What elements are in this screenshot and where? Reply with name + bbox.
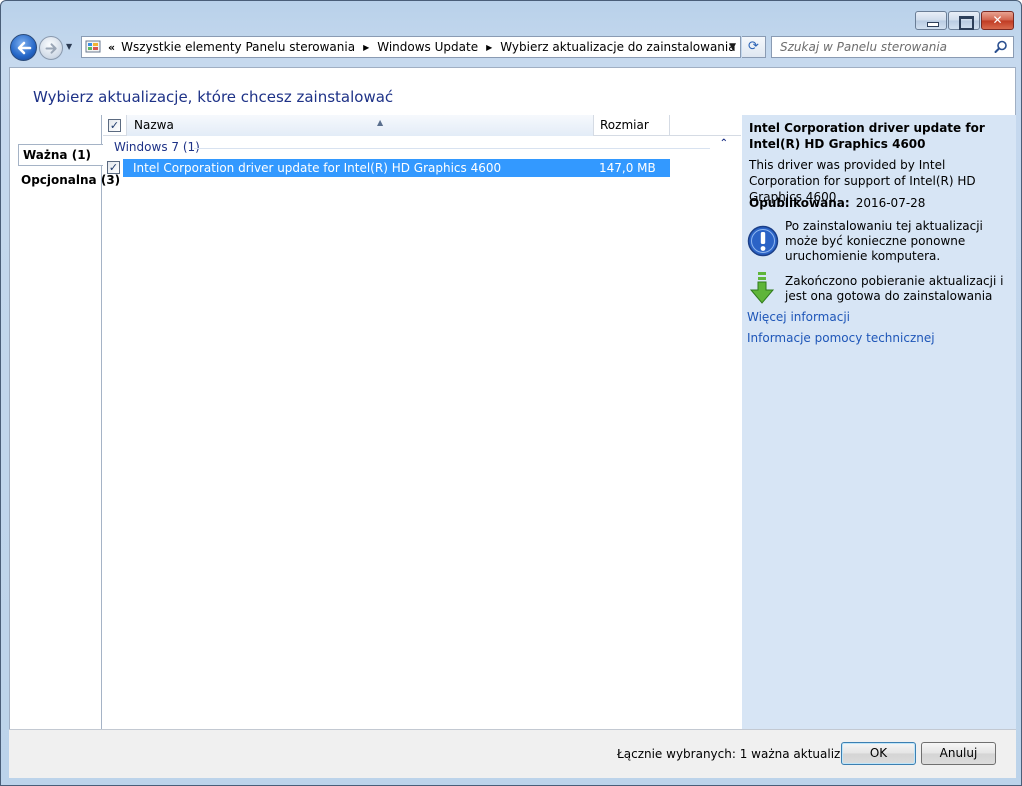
address-dropdown-icon[interactable]: ▼ [729, 42, 736, 52]
search-icon[interactable] [994, 40, 1008, 54]
close-button[interactable]: ✕ [981, 11, 1014, 30]
restart-note: Po zainstalowaniu tej aktualizacji może … [785, 219, 983, 263]
update-list: ✓ ▲ Nazwa Rozmiar Windows 7 (1) ⌃ ✓ Inte… [103, 115, 741, 730]
breadcrumb-windows-update[interactable]: Windows Update [374, 40, 481, 54]
address-bar[interactable]: « Wszystkie elementy Panelu sterowania ▶… [81, 36, 741, 58]
download-note: Zakończono pobieranie aktualizacji i jes… [785, 274, 1004, 303]
breadcrumb-separator-icon[interactable]: ▶ [358, 43, 374, 52]
column-header: ✓ ▲ Nazwa Rozmiar [103, 115, 741, 136]
breadcrumb-separator-icon[interactable]: ▶ [481, 43, 497, 52]
footer-bar: Łącznie wybranych: 1 ważna aktualizacja … [9, 729, 1016, 778]
column-size[interactable]: Rozmiar [594, 115, 670, 136]
published-label: Opublikowana: [749, 196, 850, 210]
table-row[interactable]: Intel Corporation driver update for Inte… [123, 159, 670, 177]
support-info-link[interactable]: Informacje pomocy technicznej [747, 331, 935, 345]
close-icon: ✕ [992, 13, 1003, 27]
select-all-checkbox[interactable]: ✓ [108, 119, 121, 132]
control-panel-icon [85, 40, 101, 53]
window: ✕ ▼ « Wszystkie elementy Panelu sterowan… [0, 0, 1022, 786]
back-arrow-icon [17, 41, 32, 55]
search-input[interactable]: Szukaj w Panelu sterowania [771, 36, 1014, 58]
column-name-label: Nazwa [134, 118, 174, 132]
content-area: Wybierz aktualizacje, które chcesz zains… [9, 67, 1016, 730]
search-placeholder: Szukaj w Panelu sterowania [780, 40, 948, 54]
recent-pages-dropdown-icon[interactable]: ▼ [66, 42, 76, 52]
details-title: Intel Corporation driver update for Inte… [749, 121, 985, 151]
page-title: Wybierz aktualizacje, które chcesz zains… [33, 88, 394, 106]
download-complete-icon [749, 272, 775, 304]
column-size-label: Rozmiar [600, 118, 649, 132]
refresh-button[interactable]: ⟳ [742, 36, 766, 58]
group-header[interactable]: Windows 7 (1) ⌃ [108, 138, 728, 156]
group-label: Windows 7 (1) [114, 140, 200, 154]
row-checkbox[interactable]: ✓ [107, 161, 120, 174]
group-divider [194, 148, 710, 149]
published-date: Opublikowana: 2016-07-28 [749, 196, 925, 210]
row-size: 147,0 MB [599, 161, 656, 175]
sort-ascending-icon: ▲ [377, 118, 384, 127]
breadcrumb-choose-updates[interactable]: Wybierz aktualizacje do zainstalowania [497, 40, 738, 54]
maximize-icon [949, 12, 979, 30]
forward-arrow-icon [45, 43, 57, 54]
refresh-icon: ⟳ [748, 39, 759, 54]
more-info-link[interactable]: Więcej informacji [747, 310, 850, 324]
cancel-button[interactable]: Anuluj [921, 742, 996, 765]
maximize-button[interactable] [948, 11, 980, 30]
forward-button[interactable] [39, 36, 63, 60]
published-value: 2016-07-28 [855, 196, 926, 210]
breadcrumb-overflow[interactable]: « [105, 41, 118, 54]
tab-important[interactable]: Ważna (1) [18, 144, 103, 166]
details-pane: Intel Corporation driver update for Inte… [742, 115, 1016, 730]
selected-total: Łącznie wybranych: 1 ważna aktualizacja [617, 747, 865, 761]
column-name[interactable]: ▲ Nazwa [127, 115, 594, 136]
back-button[interactable] [10, 34, 37, 61]
breadcrumb-control-panel[interactable]: Wszystkie elementy Panelu sterowania [118, 40, 358, 54]
ok-button[interactable]: OK [841, 742, 916, 765]
select-all-column: ✓ [103, 115, 127, 136]
minimize-icon [916, 12, 946, 29]
info-shield-icon [747, 225, 779, 257]
row-name: Intel Corporation driver update for Inte… [133, 161, 502, 175]
collapse-icon[interactable]: ⌃ [720, 138, 728, 149]
category-pane: Ważna (1) Opcjonalna (3) [10, 115, 120, 730]
minimize-button[interactable] [915, 11, 947, 30]
